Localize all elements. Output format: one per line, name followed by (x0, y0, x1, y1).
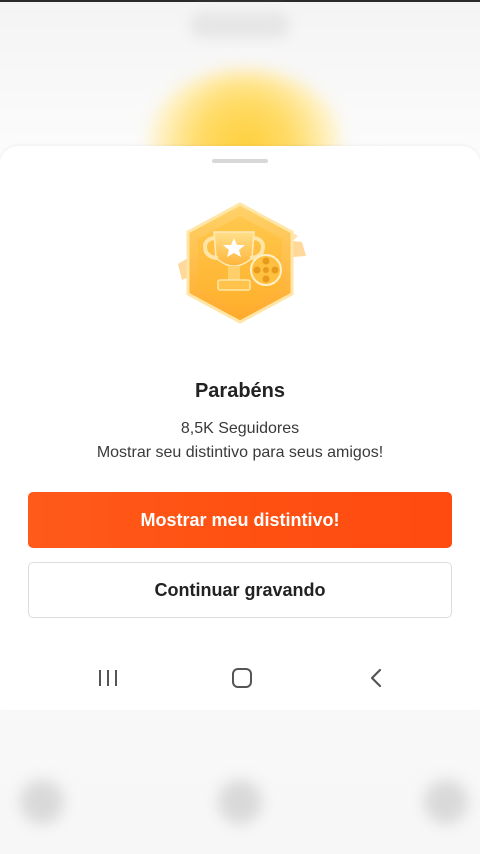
back-button[interactable] (357, 660, 397, 696)
recents-button[interactable] (88, 660, 128, 696)
status-bar-edge (0, 0, 480, 2)
recents-icon (99, 670, 117, 686)
trophy-badge-icon (178, 202, 306, 324)
congratulations-sheet: Parabéns 8,5K Seguidores Mostrar seu dis… (0, 146, 480, 710)
sheet-grabber[interactable] (212, 159, 268, 163)
show-badge-button[interactable]: Mostrar meu distintivo! (28, 492, 452, 548)
blurred-tab-icon (218, 780, 262, 824)
dialog-title: Parabéns (194, 380, 286, 402)
back-icon (370, 668, 382, 688)
share-prompt: Mostrar seu distintivo para seus amigos! (96, 444, 384, 461)
home-icon (232, 668, 252, 688)
system-nav-bar (0, 646, 480, 710)
home-button[interactable] (222, 660, 262, 696)
follower-count: 8,5K Seguidores (180, 420, 300, 437)
blurred-tab-icon (424, 780, 468, 824)
continue-recording-button[interactable]: Continuar gravando (28, 562, 452, 618)
blurred-title (190, 12, 290, 38)
blurred-tab-icon (20, 780, 64, 824)
